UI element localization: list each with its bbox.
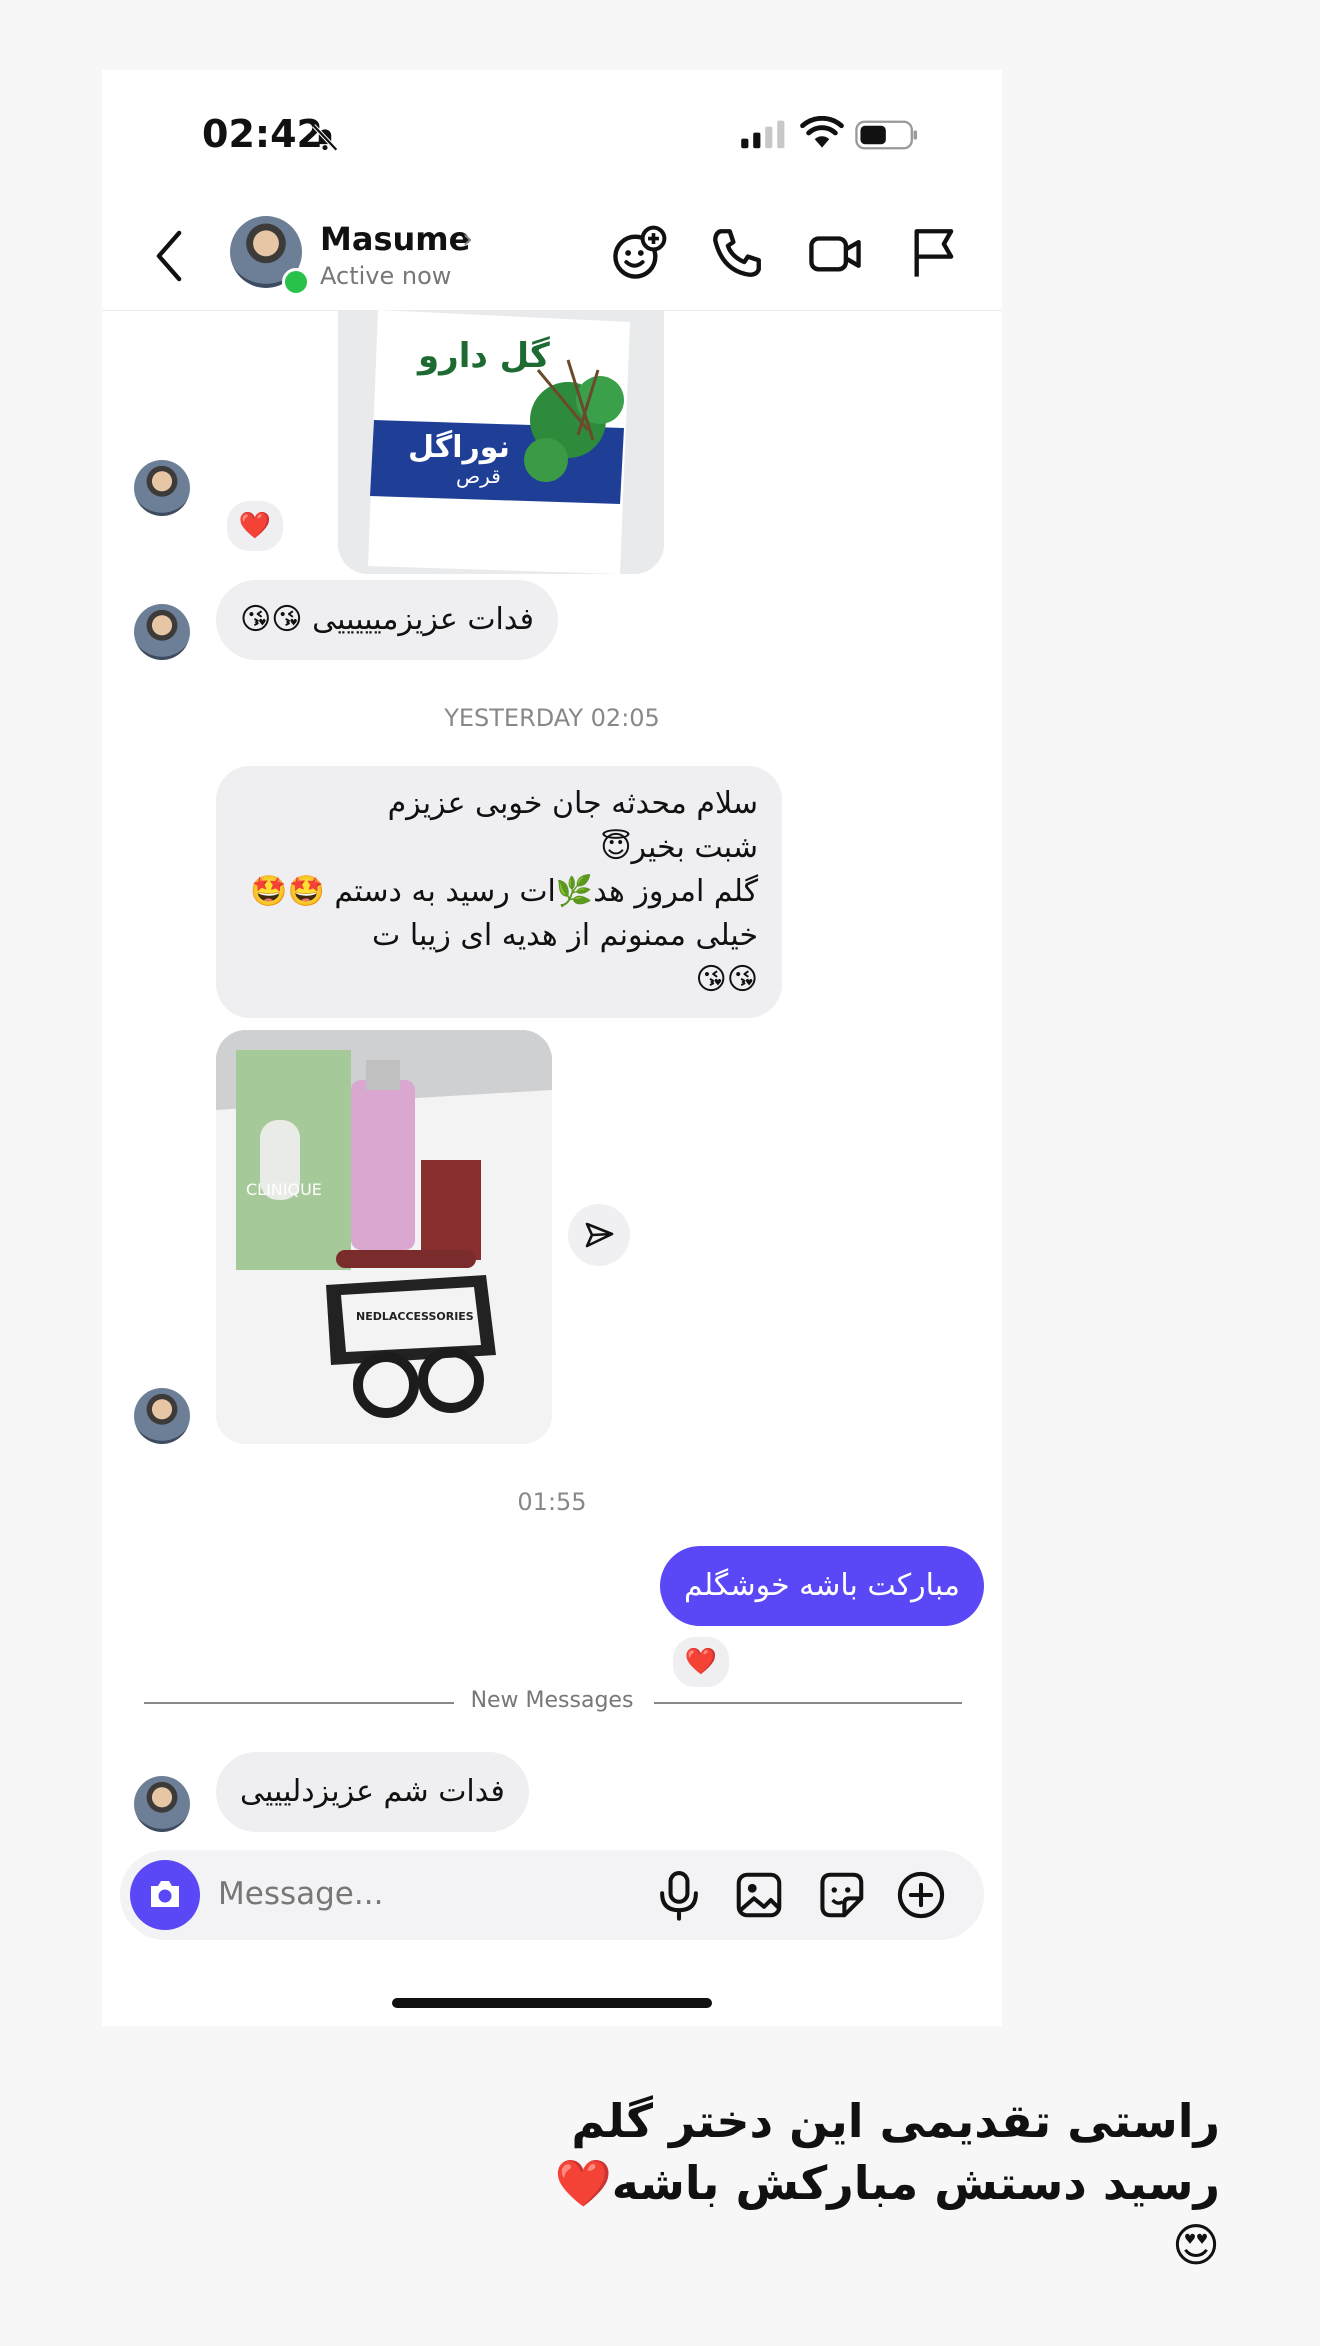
reaction-heart[interactable]: ❤️ <box>224 498 286 554</box>
status-time: 02:42 <box>202 112 323 156</box>
gift-box-label: CLINIQUE <box>246 1180 322 1199</box>
message-bubble-incoming[interactable]: سلام محدثه جان خوبی عزیزم شبت بخیر😇 گلم … <box>216 766 782 1018</box>
sender-avatar[interactable] <box>134 460 190 516</box>
product-name: نوراگل <box>408 430 510 465</box>
divider-line <box>654 1702 962 1704</box>
phone-icon[interactable] <box>708 224 766 282</box>
message-line: 😘😘 <box>695 962 758 997</box>
message-line: خیلی ممنونم از هدیه ای زیبا ت <box>372 918 758 953</box>
product-image[interactable]: گل دارو نوراگل قرص <box>338 310 664 574</box>
bell-off-icon <box>312 124 338 152</box>
video-icon[interactable] <box>806 224 864 282</box>
gift-card-label: NEDLACCESSORIES <box>356 1310 474 1323</box>
sender-avatar[interactable] <box>134 1388 190 1444</box>
share-button[interactable] <box>568 1204 630 1266</box>
timestamp-divider: 01:55 <box>517 1488 587 1516</box>
product-brand: گل دارو <box>418 336 550 376</box>
plus-icon[interactable] <box>894 1868 948 1922</box>
chevron-right-icon[interactable]: › <box>462 222 473 255</box>
home-indicator <box>392 1998 712 2008</box>
mic-icon[interactable] <box>652 1868 706 1922</box>
online-indicator <box>282 268 310 296</box>
contact-name[interactable]: Masume <box>320 220 470 258</box>
caption-line: راستی تقدیمی این دختر گلم <box>571 2094 1220 2148</box>
message-bubble-incoming[interactable]: فدات عزیزمیییییی 😘😘 <box>216 580 558 660</box>
sender-avatar[interactable] <box>134 1776 190 1832</box>
phone-screen: 02:42 Masume › Active now گل دارو نوراگل… <box>102 70 1002 2026</box>
reaction-heart[interactable]: ❤️ <box>670 1634 732 1690</box>
camera-icon <box>151 1881 179 1907</box>
message-bubble-outgoing[interactable]: مبارکت باشه خوشگلم <box>660 1546 984 1626</box>
sticker-icon[interactable] <box>814 1868 868 1922</box>
message-bubble-incoming[interactable]: فدات شم عزیزدلیییی <box>216 1752 529 1832</box>
effects-icon[interactable] <box>610 224 668 282</box>
battery-icon <box>855 120 917 150</box>
caption-line: رسید دستش مبارکش باشه❤️😍 <box>554 2156 1221 2272</box>
story-caption: راستی تقدیمی این دختر گلم رسید دستش مبار… <box>520 2090 1221 2276</box>
message-line: سلام محدثه جان خوبی عزیزم <box>387 786 758 821</box>
wifi-icon <box>800 116 844 148</box>
message-input[interactable]: Message... <box>218 1876 383 1912</box>
sender-avatar[interactable] <box>134 604 190 660</box>
flag-icon[interactable] <box>904 224 962 282</box>
product-form: قرص <box>456 464 501 488</box>
new-messages-label: New Messages <box>470 1688 634 1713</box>
send-icon <box>585 1222 614 1248</box>
gift-photo[interactable]: CLINIQUE NEDLACCESSORIES <box>216 1030 552 1444</box>
presence-status: Active now <box>320 262 452 290</box>
timestamp-divider: YESTERDAY 02:05 <box>444 704 660 732</box>
divider-line <box>144 1702 454 1704</box>
camera-button[interactable] <box>130 1860 200 1930</box>
signal-icon <box>741 120 785 149</box>
message-line: شبت بخیر😇 <box>600 830 758 865</box>
gallery-icon[interactable] <box>732 1868 786 1922</box>
back-icon[interactable] <box>154 230 184 282</box>
message-line: گلم امروز هد🌿ات رسید به دستم 🤩🤩 <box>250 874 758 909</box>
